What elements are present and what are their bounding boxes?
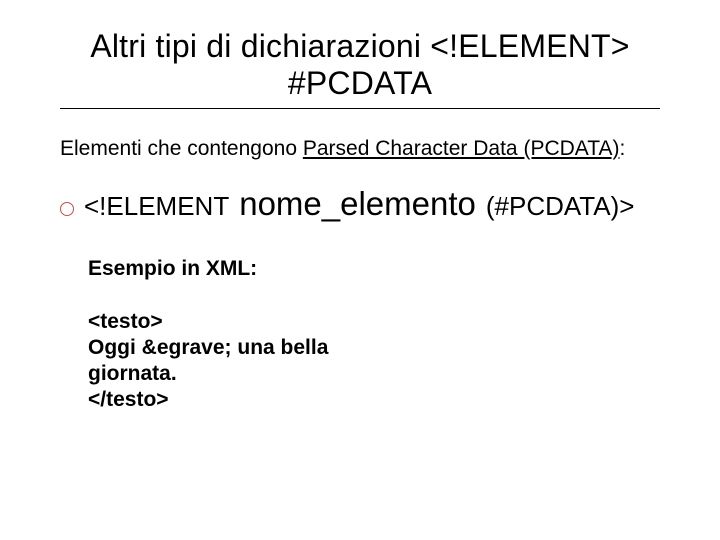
decl-element-keyword: <!ELEMENT (84, 191, 229, 222)
example-heading: Esempio in XML: (88, 257, 660, 281)
title-line-2: #PCDATA (60, 65, 660, 102)
intro-prefix: Elementi che contengono (60, 137, 303, 160)
slide: Altri tipi di dichiarazioni <!ELEMENT> #… (0, 0, 720, 540)
intro-suffix: : (620, 137, 626, 160)
intro-underlined: Parsed Character Data (PCDATA) (303, 137, 620, 160)
code-line-2: Oggi &egrave; una bella giornata. (88, 335, 378, 388)
declaration-bullet: <!ELEMENT nome_elemento (#PCDATA)> (60, 185, 660, 223)
title-line-1: Altri tipi di dichiarazioni <!ELEMENT> (60, 28, 660, 65)
xml-example: <testo> Oggi &egrave; una bella giornata… (88, 309, 378, 414)
decl-pcdata: (#PCDATA)> (486, 191, 635, 222)
intro-text: Elementi che contengono Parsed Character… (60, 137, 660, 161)
code-line-1: <testo> (88, 309, 378, 335)
decl-element-name: nome_elemento (239, 185, 476, 223)
bullet-circle-icon (60, 202, 74, 216)
slide-title: Altri tipi di dichiarazioni <!ELEMENT> #… (60, 28, 660, 109)
code-line-3: </testo> (88, 387, 378, 413)
